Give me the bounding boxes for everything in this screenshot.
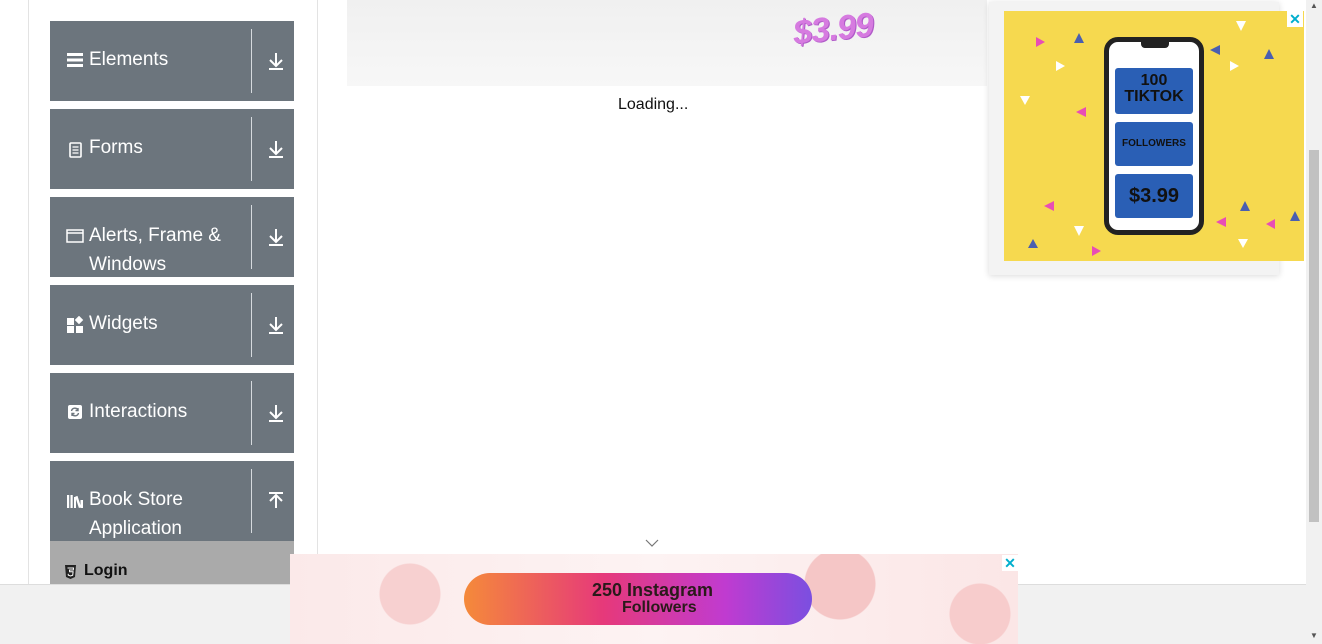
confetti-triangle xyxy=(1044,201,1054,211)
confetti-triangle xyxy=(1076,107,1086,117)
confetti-triangle xyxy=(1264,49,1274,59)
scroll-down-icon[interactable]: ▼ xyxy=(1310,632,1318,640)
close-ad-icon[interactable]: ✕ xyxy=(1287,11,1303,27)
download-arrow-icon[interactable] xyxy=(264,49,288,73)
phone-notch xyxy=(1141,42,1169,48)
ad-box-followers: FOLLOWERS xyxy=(1115,122,1193,166)
top-banner-ad[interactable]: $3.99 xyxy=(347,0,987,86)
bottom-ad-instagram[interactable]: 250 Instagram Followers xyxy=(290,554,1018,644)
sidebar-border xyxy=(317,0,318,554)
sidebar-group-widgets[interactable]: Widgets xyxy=(50,285,294,365)
interactions-icon xyxy=(68,405,82,419)
confetti-triangle xyxy=(1290,211,1300,221)
sidebar-group-label: Elements xyxy=(89,49,169,70)
confetti-triangle xyxy=(1092,246,1101,256)
group-divider xyxy=(251,293,252,357)
download-arrow-icon[interactable] xyxy=(264,137,288,161)
group-divider xyxy=(251,29,252,93)
confetti-triangle xyxy=(1074,33,1084,43)
group-divider xyxy=(251,205,252,269)
confetti-triangle xyxy=(1266,219,1275,229)
close-ad-icon[interactable]: ✕ xyxy=(1002,555,1018,571)
confetti-triangle xyxy=(1236,21,1246,31)
html5-icon xyxy=(65,565,76,579)
banner-price: $3.99 xyxy=(791,5,875,53)
right-ad-tiktok[interactable]: 100 TIKTOK FOLLOWERS $3.99 xyxy=(1004,11,1304,261)
ad-text-line1: 250 Instagram xyxy=(592,580,714,600)
window-icon xyxy=(66,229,84,243)
sidebar-subitem-label: Login xyxy=(84,562,128,579)
books-icon xyxy=(67,495,83,509)
widgets-icon xyxy=(67,316,84,333)
sidebar-group-forms[interactable]: Forms xyxy=(50,109,294,189)
sidebar-group-elements[interactable]: Elements xyxy=(50,21,294,101)
confetti-triangle xyxy=(1056,61,1065,71)
group-divider xyxy=(251,117,252,181)
confetti-triangle xyxy=(1230,61,1239,71)
confetti-triangle xyxy=(1210,45,1220,55)
sidebar-group-interactions[interactable]: Interactions xyxy=(50,373,294,453)
confetti-triangle xyxy=(1238,239,1248,248)
sidebar-group-label: Alerts, Frame & Windows xyxy=(89,225,221,275)
download-arrow-icon[interactable] xyxy=(264,313,288,337)
upload-arrow-icon[interactable] xyxy=(264,489,288,513)
sidebar-group-alerts-frame-windows[interactable]: Alerts, Frame & Windows xyxy=(50,197,294,277)
menu-bars-icon xyxy=(67,53,83,67)
download-arrow-icon[interactable] xyxy=(264,401,288,425)
sidebar-group-label: Forms xyxy=(89,137,143,158)
chevron-down-icon[interactable] xyxy=(644,538,660,548)
sidebar-group-label: Book Store Application xyxy=(89,489,183,539)
group-divider xyxy=(251,469,252,533)
browser-viewport: Elements Forms Alerts, Frame & Windows W… xyxy=(0,0,1322,644)
sidebar-group-book-store[interactable]: Book Store Application xyxy=(50,461,294,541)
sidebar-group-label: Interactions xyxy=(89,401,188,422)
confetti-triangle xyxy=(1028,239,1038,248)
sidebar-group-label: Widgets xyxy=(89,313,158,334)
confetti-triangle xyxy=(1020,96,1030,105)
ad-box-count: 100 TIKTOK xyxy=(1115,68,1193,114)
loading-text: Loading... xyxy=(618,96,689,113)
confetti-triangle xyxy=(1036,37,1045,47)
phone-illustration: 100 TIKTOK FOLLOWERS $3.99 xyxy=(1104,37,1204,235)
scroll-up-icon[interactable]: ▲ xyxy=(1310,2,1318,10)
document-icon xyxy=(69,142,82,158)
left-border xyxy=(28,0,29,584)
scrollbar-thumb[interactable] xyxy=(1309,150,1319,522)
ad-box-price: $3.99 xyxy=(1115,174,1193,218)
ad-text-line2: Followers xyxy=(622,599,697,616)
download-arrow-icon[interactable] xyxy=(264,225,288,249)
confetti-triangle xyxy=(1216,217,1226,227)
confetti-triangle xyxy=(1240,201,1250,211)
group-divider xyxy=(251,381,252,445)
sidebar-subitem-login[interactable]: Login xyxy=(50,541,294,584)
ad-pill: 250 Instagram Followers xyxy=(464,573,812,625)
confetti-triangle xyxy=(1074,226,1084,236)
vertical-scrollbar[interactable]: ▲ ▼ xyxy=(1306,0,1322,644)
